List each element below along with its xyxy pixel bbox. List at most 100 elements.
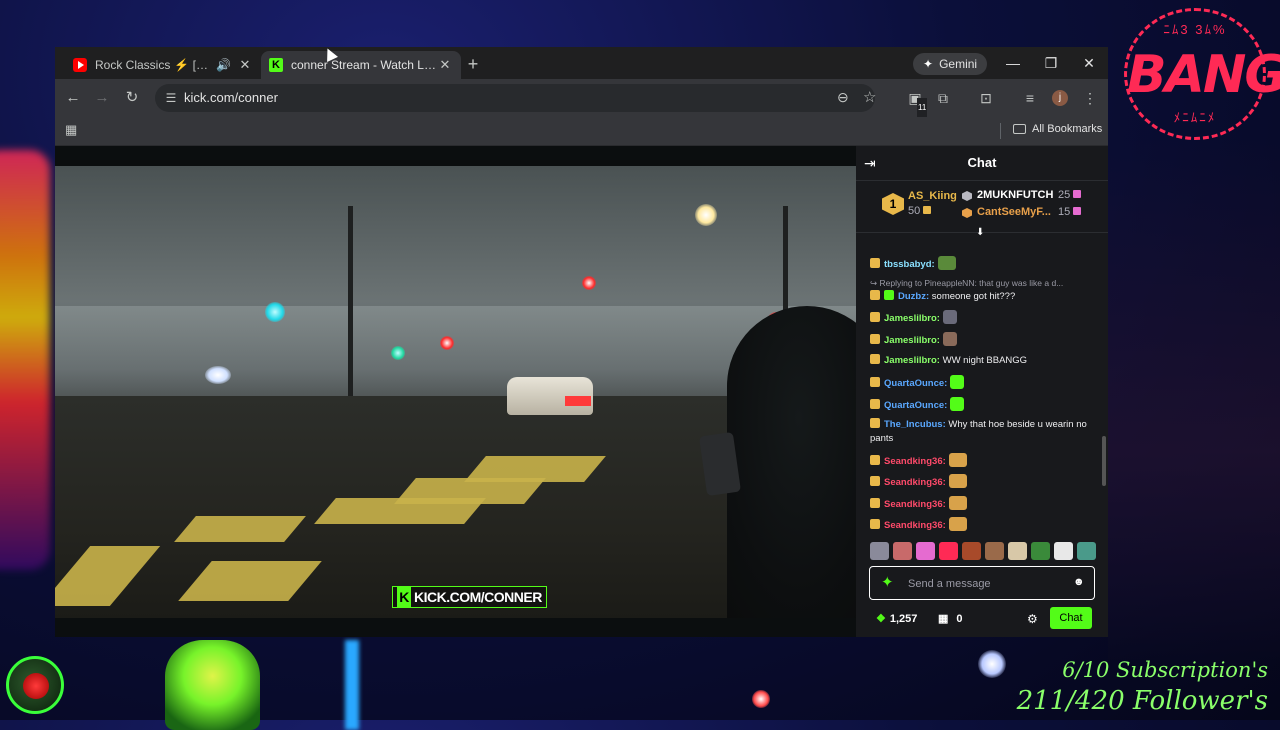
zoom-icon[interactable]: ⊖ (837, 89, 849, 106)
emoji-icon[interactable]: ☻ (1073, 576, 1085, 588)
traffic-light-green (265, 302, 285, 322)
rank-icon (962, 191, 972, 201)
chat-messages: tbssbabyd: ↪ Replying to PineappleNN: th… (856, 234, 1102, 540)
gift-icon (1073, 207, 1082, 215)
url-text[interactable]: kick.com/conner (184, 90, 278, 105)
emote-icon[interactable] (1008, 542, 1027, 560)
tab-rock-classics[interactable]: Rock Classics⚡ [ LIVE ] Ti 🔊 ✕ (65, 51, 261, 79)
car-headlight (205, 366, 231, 384)
extensions-puzzle-icon[interactable]: ⧉ (933, 88, 953, 108)
close-tab-icon[interactable]: ✕ (237, 57, 253, 73)
screenshot-icon[interactable]: ⊡ (976, 88, 996, 108)
leaderboard-user[interactable]: AS_Kiing (908, 190, 957, 202)
follower-goal: 211/420 Follower's (1016, 686, 1268, 716)
chat-message: The_Incubus: Why that hoe beside u weari… (870, 418, 1096, 446)
chat-username[interactable]: The_Incubus: (884, 419, 946, 430)
leaderboard-user[interactable]: CantSeeMyF... (977, 206, 1051, 218)
chat-username[interactable]: Seandking36: (884, 477, 946, 488)
chat-username[interactable]: Seandking36: (884, 520, 946, 531)
gemini-label: Gemini (939, 57, 978, 71)
site-info-icon[interactable]: ☰ (163, 90, 179, 106)
emote-icon (937, 256, 956, 270)
reload-button[interactable]: ↻ (122, 88, 142, 108)
tab-title: Rock Classics⚡ [ LIVE ] Ti (95, 58, 210, 72)
extension-badge: 11 (917, 98, 928, 118)
chat-panel: ⇥ Chat 1 AS_Kiing 50 2MUKNFUTCH 25 CantS… (856, 146, 1108, 637)
back-button[interactable]: ← (63, 88, 83, 108)
emote-icon (942, 310, 957, 324)
leaderboard-user[interactable]: 2MUKNFUTCH (977, 189, 1053, 201)
chat-username[interactable]: Duzbz: (898, 291, 929, 302)
chat-username[interactable]: Jameslilbro: (884, 335, 940, 346)
emote-icon[interactable] (870, 542, 889, 560)
chat-username[interactable]: Jameslilbro: (884, 355, 940, 366)
chat-message: QuartaOunce: (870, 397, 1096, 413)
subscriber-badge-icon (870, 334, 880, 344)
crosswalk-stripe (464, 456, 606, 482)
emote-icon (942, 332, 957, 346)
send-chat-button[interactable]: Chat (1050, 607, 1092, 629)
emote-icon[interactable] (893, 542, 912, 560)
restore-button[interactable]: ❐ (1039, 53, 1063, 73)
emote-icon (950, 397, 965, 411)
chat-username[interactable]: Seandking36: (884, 499, 946, 510)
speaker-icon[interactable]: 🔊 (216, 58, 231, 72)
store-button[interactable]: ▦ 0 (938, 612, 963, 626)
extension-icon[interactable]: ▣ 11 (905, 88, 928, 118)
background-neon-tube (345, 640, 359, 730)
emote-icon[interactable] (962, 542, 981, 560)
profile-avatar[interactable]: j (1052, 90, 1068, 106)
store-count: 0 (956, 612, 963, 625)
emote-icon[interactable] (939, 542, 958, 560)
points-icon: ❖ (876, 613, 886, 625)
address-bar[interactable]: ☰ kick.com/conner ⊖ ☆ (155, 84, 876, 112)
emote-icon[interactable] (916, 542, 935, 560)
all-bookmarks-button[interactable]: All Bookmarks (1013, 123, 1102, 135)
chat-username[interactable]: QuartaOunce: (884, 400, 947, 411)
apps-grid-icon[interactable]: ▦ (65, 123, 79, 137)
message-box[interactable]: ✦ ☻ (869, 566, 1095, 600)
close-tab-icon[interactable]: ✕ (437, 57, 453, 73)
menu-icon[interactable]: ⋮ (1080, 88, 1100, 108)
sparkle-icon: ✦ (923, 57, 934, 71)
toolbar: ← → ↻ ☰ kick.com/conner ⊖ ☆ ▣ 11 ⧉ ⊡ ≡ j … (55, 79, 1108, 118)
emote-icon[interactable] (1077, 542, 1096, 560)
close-window-button[interactable]: ✕ (1077, 53, 1101, 73)
tab-conner-stream[interactable]: K conner Stream - Watch Live on ✕ (261, 51, 461, 79)
gift-leaderboard: 1 AS_Kiing 50 2MUKNFUTCH 25 CantSeeMyF..… (856, 180, 1108, 233)
chat-username[interactable]: QuartaOunce: (884, 378, 947, 389)
new-tab-button[interactable]: + (461, 55, 485, 75)
message-input[interactable] (906, 574, 1070, 594)
reply-context: ↪ Replying to PineappleNN: that guy was … (870, 278, 1064, 288)
chat-username[interactable]: tbssbabyd: (884, 259, 935, 270)
emote-icon (948, 517, 967, 531)
emote-icon[interactable] (985, 542, 1004, 560)
leaderboard-value: 25 (1058, 189, 1082, 201)
minimize-button[interactable]: — (1001, 53, 1025, 73)
youtube-icon (73, 58, 87, 72)
bookmark-star-icon[interactable]: ☆ (863, 88, 876, 106)
video-player[interactable]: K KICK.COM/CONNER (55, 166, 856, 618)
bang-logo-bottom-text: ﾒﾆﾑﾆﾒ (1173, 110, 1217, 125)
emote-icon[interactable] (1054, 542, 1073, 560)
bookmarks-bar: ▦ All Bookmarks (55, 117, 1108, 146)
gemini-button[interactable]: ✦ Gemini (913, 53, 988, 75)
chat-message: tbssbabyd: (870, 256, 1096, 272)
emote-icon[interactable] (1031, 542, 1050, 560)
background-shadow (1108, 140, 1280, 660)
emote-icon (948, 453, 967, 467)
background-light (978, 650, 1006, 678)
bang-logo-top-text: ﾆﾑ3 3ﾑ% (1163, 22, 1227, 37)
channel-points[interactable]: ❖ 1,257 (876, 612, 917, 626)
chat-username[interactable]: Seandking36: (884, 456, 946, 467)
media-controls-icon[interactable]: ≡ (1020, 88, 1040, 108)
settings-icon[interactable]: ⚙ (1027, 612, 1038, 626)
chat-message: QuartaOunce: (870, 375, 1096, 391)
forward-button[interactable]: → (92, 88, 112, 108)
subscriber-badge-icon (870, 377, 880, 387)
chat-username[interactable]: Jameslilbro: (884, 313, 940, 324)
sparkle-icon[interactable]: ✦ (881, 574, 894, 592)
chat-scrollbar[interactable] (1102, 436, 1106, 486)
subscriber-badge-icon (870, 498, 880, 508)
subscriber-badge-icon (870, 519, 880, 529)
